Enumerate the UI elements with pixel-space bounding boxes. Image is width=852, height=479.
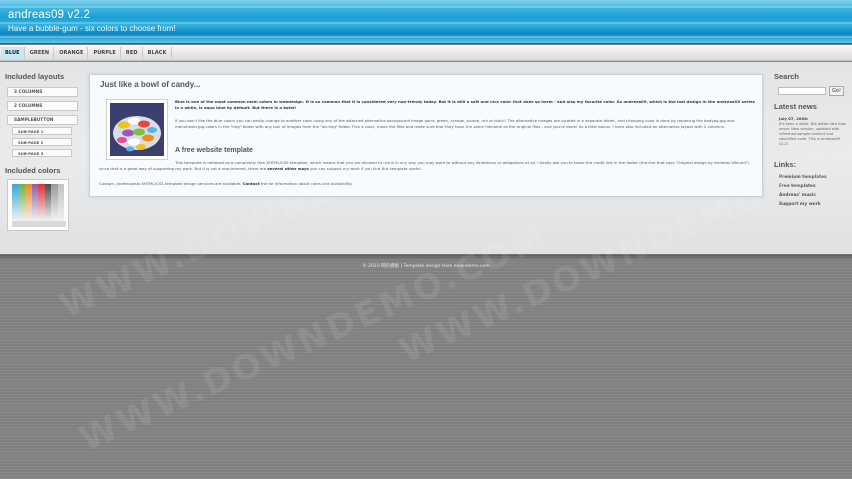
candy-photo xyxy=(106,99,168,160)
link-andreas-music[interactable]: Andreas' music xyxy=(779,193,816,198)
link-premium-templates[interactable]: Premium templates xyxy=(779,175,827,180)
sub-page-link-2[interactable]: SUB-PAGE 2 xyxy=(12,138,72,146)
included-colors-heading: Included colors xyxy=(5,166,61,175)
nav-item-green[interactable]: GREEN xyxy=(26,46,55,59)
swatch-silver xyxy=(57,184,64,221)
nav-item-black[interactable]: BLACK xyxy=(144,46,172,59)
other-ways-link[interactable]: several other ways xyxy=(267,166,309,171)
included-layouts-heading: Included layouts xyxy=(5,72,65,81)
links-heading: Links: xyxy=(774,160,797,169)
footer-credit: © 2010 网页模板 | Template design from downd… xyxy=(362,264,490,269)
search-go-button[interactable]: Go! xyxy=(829,86,844,96)
services-paragraph: Custom, professional XHTML/CSS template … xyxy=(99,181,755,187)
intro-paragraph: Blue is one of the most common main colo… xyxy=(175,99,755,110)
sub-page-link-1[interactable]: SUB-PAGE 1 xyxy=(12,127,72,135)
license-text-end: you can support my work if you find this… xyxy=(310,165,422,171)
main-title: Just like a bowl of candy... xyxy=(100,80,201,89)
free-template-heading: A free website template xyxy=(175,147,253,154)
sub-page-link-3[interactable]: SUB-PAGE 3 xyxy=(12,149,72,157)
layout-link-3-columns[interactable]: 3 COLUMNS xyxy=(7,87,78,97)
layout-link-2-columns[interactable]: 2 COLUMNS xyxy=(7,101,78,111)
nav-item-orange[interactable]: ORANGE xyxy=(55,46,89,59)
license-text: This template is released as a completel… xyxy=(99,160,750,171)
layout-link-samplebutton[interactable]: SAMPLEBUTTON xyxy=(7,115,78,125)
search-input[interactable] xyxy=(778,87,826,95)
link-free-templates[interactable]: Free templates xyxy=(779,184,816,189)
main-content: Just like a bowl of candy... Blue is one… xyxy=(89,74,763,197)
header-highlight xyxy=(0,36,852,38)
nav-item-red[interactable]: RED xyxy=(122,46,143,59)
site-header: andreas09 v2.2 Have a bubble-gum - six c… xyxy=(0,0,852,44)
candy-bowl-image xyxy=(110,103,164,156)
search-heading: Search xyxy=(774,72,800,81)
link-support-my-work[interactable]: Support my work xyxy=(779,202,821,207)
site-tagline: Have a bubble-gum - six colors to choose… xyxy=(8,24,176,33)
color-swatches-image xyxy=(7,179,69,231)
latest-news-heading: Latest news xyxy=(774,102,817,111)
header-highlight xyxy=(0,6,852,8)
services-text-end: me for information about rates and avail… xyxy=(260,181,353,186)
news-date: July 07, 2008: xyxy=(779,116,809,121)
nav-item-purple[interactable]: PURPLE xyxy=(89,46,121,59)
nav-item-blue[interactable]: BLUE xyxy=(1,46,25,59)
services-text: Custom, professional XHTML/CSS template … xyxy=(99,181,242,186)
site-title[interactable]: andreas09 v2.2 xyxy=(8,9,90,21)
intro-text: Blue is one of the most common main colo… xyxy=(175,99,755,110)
news-text: It's been a while. But better late than … xyxy=(779,122,847,147)
color-change-paragraph: If you don't like the blue colors you ca… xyxy=(175,118,735,129)
color-nav: BLUE GREEN ORANGE PURPLE RED BLACK xyxy=(0,45,852,61)
swatch-bar xyxy=(12,221,66,227)
license-paragraph: This template is released as a completel… xyxy=(99,160,755,171)
contact-link[interactable]: Contact xyxy=(243,181,260,186)
